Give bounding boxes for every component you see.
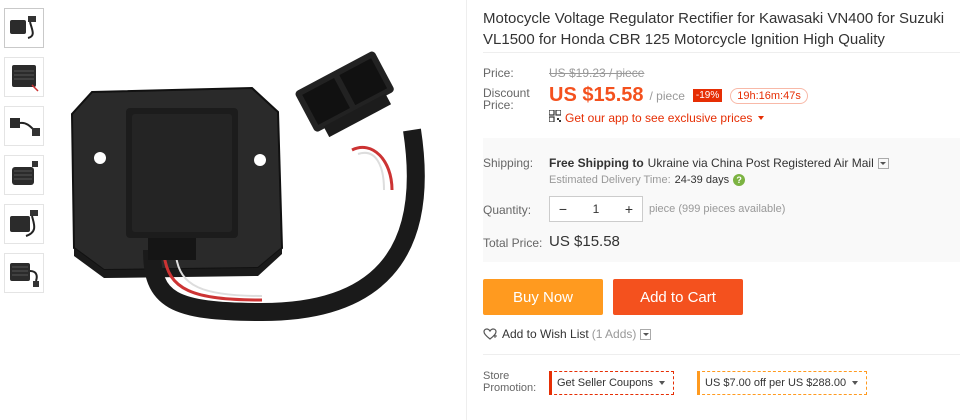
chevron-down-icon[interactable] [640,328,652,340]
total-price-label: Total Price: [483,236,543,250]
chevron-down-icon [852,381,859,385]
wishlist-label: Add to Wish List [502,327,589,341]
eta-value: 24-39 days [674,174,730,186]
price-row: US $15.58 / piece -19% 19h:16m:47s [549,84,808,107]
original-price: US $19.23 / piece [549,66,645,80]
divider [483,52,960,53]
thumbnail-6[interactable] [4,253,44,293]
shipping-destination: Ukraine via China Post Registered Air Ma… [647,156,874,170]
shipping-method[interactable]: Free Shipping to Ukraine via China Post … [549,156,889,170]
store-offer-label: US $7.00 off per US $288.00 [705,377,847,389]
quantity-stepper: − 1 + [549,196,643,222]
quantity-label: Quantity: [483,203,532,217]
add-to-wishlist-link[interactable]: Add to Wish List (1 Adds) [483,327,652,341]
main-product-image[interactable] [52,0,464,420]
help-icon[interactable]: ? [733,174,746,186]
seller-coupons-label: Get Seller Coupons [557,377,653,389]
quantity-input[interactable]: 1 [593,202,600,216]
discount-badge: -19% [692,89,723,102]
store-promotion-label-line1: Store [483,370,510,382]
chevron-down-icon[interactable] [877,157,889,169]
add-to-cart-button[interactable]: Add to Cart [613,279,743,315]
thumbnail-5[interactable] [4,204,44,244]
app-promo-link[interactable]: Get our app to see exclusive prices [548,109,765,125]
countdown-timer: 19h:16m:47s [730,87,808,104]
current-price: US $15.58 [549,84,644,106]
quantity-decrease-button[interactable]: − [556,201,570,217]
thumbnail-2[interactable] [4,57,44,97]
chevron-down-icon [758,115,765,120]
thumbnail-1[interactable] [4,8,44,48]
shipping-label: Shipping: [483,156,534,170]
quantity-increase-button[interactable]: + [622,201,636,217]
store-promotion-label: Store Promotion: [483,370,536,394]
divider [483,354,960,355]
thumbnail-list [4,8,46,302]
chevron-down-icon [659,381,665,385]
heart-icon [483,328,497,340]
quantity-availability: piece (999 pieces available) [649,203,786,215]
eta-label: Estimated Delivery Time: [549,174,671,186]
store-promotion-label-line2: Promotion: [483,382,537,394]
wishlist-count: (1 Adds) [591,327,637,341]
product-info-panel: Motocycle Voltage Regulator Rectifier fo… [466,0,960,420]
product-title: Motocycle Voltage Regulator Rectifier fo… [483,10,945,48]
price-label: Price: [483,66,514,80]
thumbnail-3[interactable] [4,106,44,146]
qr-code-icon [548,109,562,125]
buy-now-button[interactable]: Buy Now [483,279,603,315]
app-promo-text: Get our app to see exclusive prices [565,110,753,125]
price-unit: / piece [649,88,685,103]
get-seller-coupons-button[interactable]: Get Seller Coupons [549,371,674,395]
store-offer-dropdown[interactable]: US $7.00 off per US $288.00 [697,371,868,395]
shipping-prefix: Free Shipping to [549,156,644,170]
delivery-estimate: Estimated Delivery Time: 24-39 days ? [549,174,746,186]
thumbnail-4[interactable] [4,155,44,195]
total-price: US $15.58 [549,233,620,250]
discount-price-label-line2: Price: [483,98,514,112]
